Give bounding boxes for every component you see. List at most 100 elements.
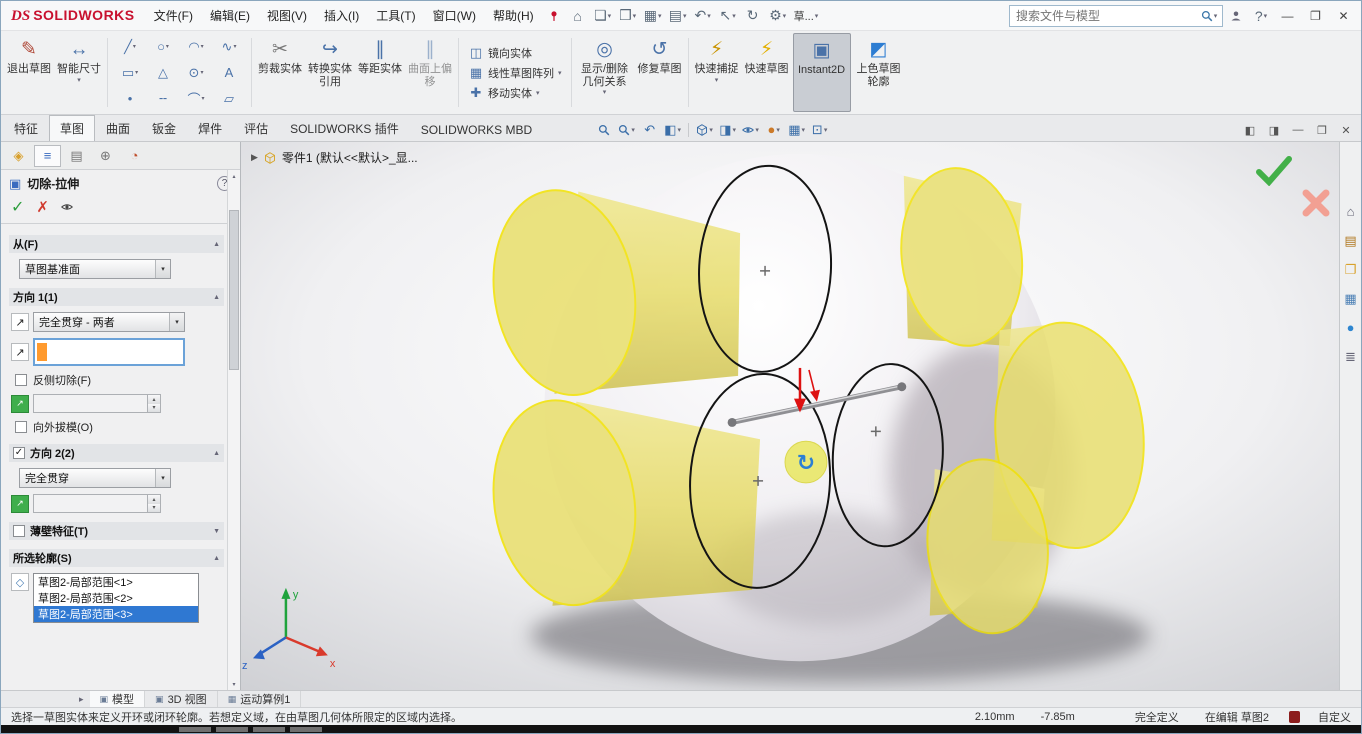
- menu-edit[interactable]: 编辑(E): [202, 2, 258, 29]
- previous-view-button[interactable]: ↶: [639, 120, 660, 139]
- collapse-icon[interactable]: ▲: [213, 450, 220, 457]
- status-tag-icon[interactable]: [1289, 710, 1300, 723]
- list-item[interactable]: 草图2-局部范围<1>: [34, 574, 198, 590]
- print-button[interactable]: ▤ ▾: [666, 5, 690, 27]
- displaymanager-tab[interactable]: ◔: [121, 145, 148, 167]
- ok-button[interactable]: ✓: [11, 197, 24, 217]
- search-input[interactable]: [1016, 8, 1196, 23]
- tab-solidworks-addins[interactable]: SOLIDWORKS 插件: [279, 115, 410, 141]
- spinner-up-icon[interactable]: ▴: [148, 495, 160, 504]
- select-button[interactable]: ↖ ▾: [716, 5, 740, 27]
- options-button[interactable]: ⚙ ▾: [766, 5, 790, 27]
- view-settings-button[interactable]: ⊡ ▾: [809, 120, 830, 139]
- collapse-icon[interactable]: ▲: [213, 241, 220, 248]
- section-view-button[interactable]: ◧ ▾: [662, 120, 683, 139]
- direction1-arrow-icon[interactable]: ↗: [11, 313, 29, 331]
- section-thin-feature-header[interactable]: 薄壁特征(T) ▼: [9, 522, 224, 540]
- scroll-up-icon[interactable]: ▴: [228, 170, 240, 182]
- taskbar-window-thumb[interactable]: [290, 726, 322, 732]
- hide-show-items-button[interactable]: ▾: [740, 120, 761, 139]
- move-entities-button[interactable]: ✚ 移动实体 ▾: [468, 85, 562, 101]
- undo-button[interactable]: ↶ ▾: [691, 5, 715, 27]
- spinner-up-icon[interactable]: ▴: [148, 395, 160, 404]
- list-item[interactable]: 草图2-局部范围<2>: [34, 590, 198, 606]
- search-button[interactable]: ▾: [1196, 6, 1222, 26]
- 3d-viewport[interactable]: ↻ y x z: [241, 142, 1339, 690]
- direction-reference-box[interactable]: [33, 338, 185, 366]
- ellipse-tool[interactable]: ⊙ ▾: [180, 60, 212, 85]
- open-button[interactable]: ❒ ▾: [616, 5, 640, 27]
- plane-tool[interactable]: ▱: [213, 86, 245, 111]
- trim-entities-button[interactable]: ✂ 剪裁实体: [256, 33, 304, 112]
- shaded-sketch-contours-button[interactable]: ◩ 上色草图轮廓: [853, 33, 905, 112]
- close-document-button[interactable]: ✕: [1335, 121, 1357, 139]
- taskbar-window-thumb[interactable]: [216, 726, 248, 732]
- restore-window-button[interactable]: ❐: [1302, 5, 1329, 27]
- graphics-area[interactable]: ↻ y x z ▶ 零件1 (默认<<默认>_显...: [241, 142, 1339, 690]
- section-direction2-header[interactable]: ✓ 方向 2(2) ▲: [9, 444, 224, 462]
- user-account-button[interactable]: [1224, 5, 1248, 27]
- menu-tools[interactable]: 工具(T): [368, 2, 423, 29]
- taskbar-window-thumb[interactable]: [179, 726, 211, 732]
- units-selector[interactable]: 自定义: [1318, 709, 1351, 725]
- tab-evaluate[interactable]: 评估: [233, 115, 279, 141]
- apply-scene-button[interactable]: ▦ ▾: [786, 120, 807, 139]
- selected-contours-list[interactable]: 草图2-局部范围<1> 草图2-局部范围<2> 草图2-局部范围<3>: [33, 573, 199, 623]
- tab-weldments[interactable]: 焊件: [187, 115, 233, 141]
- arc-tool[interactable]: ◠ ▾: [180, 34, 212, 59]
- view-orientation-button[interactable]: ▾: [694, 120, 715, 139]
- surface-offset-button[interactable]: ∥ 曲面上偏移: [406, 33, 454, 112]
- taskbar-window-thumb[interactable]: [253, 726, 285, 732]
- menu-insert[interactable]: 插入(I): [316, 2, 367, 29]
- truncated-command-button[interactable]: 草... ▾: [791, 5, 822, 27]
- confirmation-ok-button[interactable]: [1255, 154, 1293, 187]
- scrollbar-thumb[interactable]: [229, 210, 239, 370]
- home-button[interactable]: ⌂: [566, 5, 590, 27]
- preview-eye-button[interactable]: [61, 201, 73, 213]
- smart-dimension-button[interactable]: ↔ 智能尺寸 ▾: [55, 33, 103, 112]
- cancel-button[interactable]: ✗: [36, 198, 49, 216]
- repair-sketch-button[interactable]: ↺ 修复草图: [636, 33, 684, 112]
- centerline-tool[interactable]: ╌: [147, 86, 179, 111]
- section-from-header[interactable]: 从(F) ▲: [9, 235, 224, 253]
- collapse-icon[interactable]: ▲: [213, 555, 220, 562]
- rebuild-button[interactable]: ↻: [741, 5, 765, 27]
- depth2-spinner[interactable]: ▴ ▾: [33, 494, 161, 513]
- section-direction1-header[interactable]: 方向 1(1) ▲: [9, 288, 224, 306]
- view-palette-icon[interactable]: ▦: [1344, 291, 1356, 306]
- tab-solidworks-mbd[interactable]: SOLIDWORKS MBD: [410, 118, 543, 141]
- menu-file[interactable]: 文件(F): [146, 2, 201, 29]
- design-library-icon[interactable]: ▤: [1344, 233, 1356, 248]
- minimize-window-button[interactable]: —: [1274, 5, 1301, 27]
- close-window-button[interactable]: ✕: [1330, 5, 1357, 27]
- tab-model[interactable]: ▣ 模型: [89, 691, 146, 707]
- tab-3d-views[interactable]: ▣ 3D 视图: [145, 691, 218, 707]
- collapse-icon[interactable]: ▲: [213, 294, 220, 301]
- zoom-fit-button[interactable]: [593, 120, 614, 139]
- featuremanager-tab[interactable]: ◈: [5, 145, 32, 167]
- quick-snaps-button[interactable]: ⚡ 快速捕捉 ▾: [693, 33, 741, 112]
- display-style-button[interactable]: ◨ ▾: [717, 120, 738, 139]
- appearances-icon[interactable]: ●: [1347, 320, 1355, 335]
- direction2-checkbox[interactable]: ✓: [13, 447, 25, 459]
- rapid-sketch-button[interactable]: ⚡ 快速草图: [743, 33, 791, 112]
- custom-properties-icon[interactable]: ≣: [1345, 349, 1356, 364]
- section-selected-contours-header[interactable]: 所选轮廓(S) ▲: [9, 549, 224, 567]
- restore-document-button[interactable]: ❐: [1311, 121, 1333, 139]
- exit-sketch-button[interactable]: ✎ 退出草图: [5, 33, 53, 112]
- tab-sketch[interactable]: 草图: [49, 115, 96, 141]
- draft-outward-checkbox[interactable]: [15, 421, 27, 433]
- zoom-area-button[interactable]: ▾: [616, 120, 637, 139]
- end-condition2-combo[interactable]: 完全贯穿 ▾: [19, 468, 171, 488]
- text-tool[interactable]: A: [213, 60, 245, 85]
- draft-angle-spinner[interactable]: ▴ ▾: [33, 394, 161, 413]
- offset-entities-button[interactable]: ∥ 等距实体: [356, 33, 404, 112]
- tab-features[interactable]: 特征: [3, 115, 49, 141]
- spline-tool[interactable]: ∿ ▾: [213, 34, 245, 59]
- direction-reference-icon[interactable]: ↗: [11, 343, 29, 361]
- instant2d-button[interactable]: ▣ Instant2D: [792, 33, 851, 112]
- panel-scrollbar[interactable]: ▴ ▾: [227, 170, 240, 690]
- menu-view[interactable]: 视图(V): [259, 2, 315, 29]
- rectangle-tool[interactable]: ▭ ▾: [114, 60, 146, 85]
- start-condition-combo[interactable]: 草图基准面 ▾: [19, 259, 171, 279]
